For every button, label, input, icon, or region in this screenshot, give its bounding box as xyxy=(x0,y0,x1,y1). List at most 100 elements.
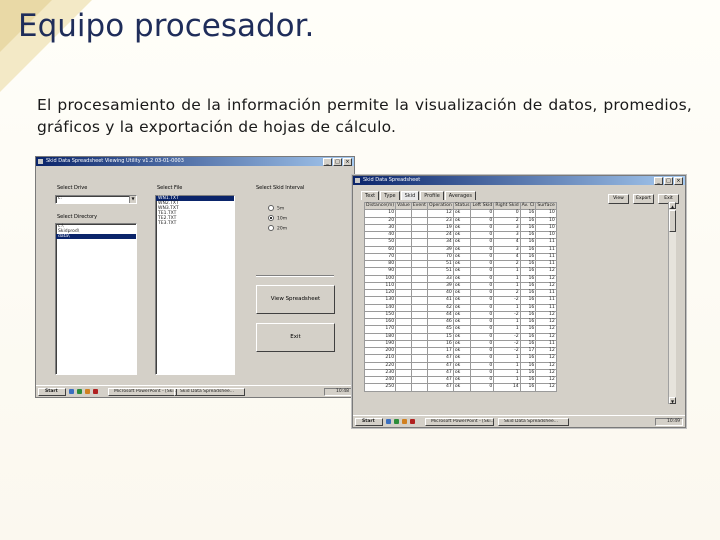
table-row[interactable]: 220 47 ok 0 1 16 12 xyxy=(363,361,557,370)
table-cell[interactable]: 0 xyxy=(470,274,495,283)
maximize-button[interactable]: □ xyxy=(664,177,673,185)
table-cell[interactable]: 16 xyxy=(519,238,537,247)
tab-type[interactable]: Type xyxy=(380,191,400,200)
table-cell[interactable]: 12 xyxy=(535,325,557,334)
table-cell[interactable]: 11 xyxy=(535,252,557,262)
table-cell[interactable]: 11 xyxy=(535,339,557,349)
browser-icon[interactable] xyxy=(77,389,82,394)
table-cell[interactable]: 16 xyxy=(519,281,537,291)
table-cell[interactable]: 47 xyxy=(426,368,454,378)
table-cell[interactable]: 16 xyxy=(519,317,537,327)
table-row[interactable]: 150 44 ok 0 -2 16 12 xyxy=(363,310,557,320)
table-row[interactable]: 210 47 ok 0 1 16 12 xyxy=(363,354,557,363)
column-header[interactable]: Av. Cl xyxy=(519,201,537,211)
table-cell[interactable]: 110 xyxy=(363,281,397,291)
table-row[interactable]: 60 39 ok 0 3 16 11 xyxy=(363,245,557,254)
table-row[interactable]: 70 70 ok 0 4 16 11 xyxy=(363,252,557,262)
table-cell[interactable]: 51 xyxy=(426,259,454,269)
table-cell[interactable] xyxy=(395,339,412,349)
table-cell[interactable]: 16 xyxy=(519,296,537,305)
table-row[interactable]: 100 33 ok 0 1 16 12 xyxy=(363,274,557,283)
table-cell[interactable]: 12 xyxy=(535,267,557,276)
table-cell[interactable] xyxy=(395,238,412,247)
export-button[interactable]: Export xyxy=(633,194,654,204)
taskbar-task-spreadsheet[interactable]: Skid Data Spreadshee... xyxy=(174,388,245,396)
table-cell[interactable]: 44 xyxy=(426,310,454,320)
table-cell[interactable]: ok xyxy=(452,288,472,298)
table-cell[interactable]: ok xyxy=(452,383,472,392)
column-header[interactable]: Surface xyxy=(535,201,557,211)
table-cell[interactable] xyxy=(410,354,428,363)
table-cell[interactable]: 250 xyxy=(363,383,397,392)
table-row[interactable]: 120 40 ok 0 2 16 11 xyxy=(363,288,557,298)
outlook-icon[interactable] xyxy=(402,419,407,424)
table-cell[interactable]: 0 xyxy=(493,209,521,218)
scroll-down-icon[interactable]: ▼ xyxy=(669,397,676,404)
table-cell[interactable]: 47 xyxy=(426,383,454,392)
table-cell[interactable] xyxy=(410,332,428,341)
table-cell[interactable] xyxy=(395,281,412,291)
table-cell[interactable]: 0 xyxy=(470,296,495,305)
table-cell[interactable]: 0 xyxy=(470,346,495,356)
table-cell[interactable] xyxy=(410,230,428,240)
table-cell[interactable]: 0 xyxy=(470,245,495,254)
column-header[interactable]: Value xyxy=(395,201,412,211)
table-cell[interactable] xyxy=(395,267,412,276)
table-cell[interactable]: -2 xyxy=(493,332,521,341)
table-cell[interactable]: 12 xyxy=(426,209,454,218)
table-cell[interactable]: 47 xyxy=(426,375,454,385)
table-cell[interactable] xyxy=(395,296,412,305)
table-cell[interactable]: 200 xyxy=(363,346,397,356)
table-cell[interactable]: 16 xyxy=(426,339,454,349)
taskbar-task-spreadsheet[interactable]: Skid Data Spreadshee... xyxy=(498,418,569,426)
table-cell[interactable]: -2 xyxy=(493,296,521,305)
table-cell[interactable]: 0 xyxy=(470,383,495,392)
table-cell[interactable]: 11 xyxy=(535,288,557,298)
table-cell[interactable]: 0 xyxy=(470,267,495,276)
table-cell[interactable]: ok xyxy=(452,274,472,283)
table-cell[interactable]: 0 xyxy=(470,230,495,240)
exit-button[interactable]: Exit xyxy=(256,323,335,352)
table-cell[interactable]: 2 xyxy=(493,216,521,225)
table-cell[interactable]: 0 xyxy=(470,361,495,370)
table-cell[interactable]: 19 xyxy=(426,223,454,233)
start-button[interactable]: Start xyxy=(355,418,383,426)
close-button[interactable]: × xyxy=(343,158,352,166)
table-cell[interactable]: 130 xyxy=(363,296,397,305)
table-cell[interactable] xyxy=(410,303,428,312)
table-cell[interactable] xyxy=(395,383,412,392)
table-row[interactable]: 230 47 ok 0 1 16 12 xyxy=(363,368,557,378)
table-cell[interactable]: 17 xyxy=(519,346,537,356)
media-icon[interactable] xyxy=(93,389,98,394)
table-cell[interactable]: 14 xyxy=(493,383,521,392)
table-cell[interactable]: 17 xyxy=(426,346,454,356)
table-cell[interactable]: 170 xyxy=(363,325,397,334)
table-cell[interactable]: 1 xyxy=(493,317,521,327)
table-cell[interactable] xyxy=(395,361,412,370)
table-cell[interactable]: 0 xyxy=(470,288,495,298)
table-cell[interactable]: 0 xyxy=(470,238,495,247)
table-cell[interactable]: 0 xyxy=(470,332,495,341)
table-cell[interactable]: 50 xyxy=(363,238,397,247)
table-cell[interactable]: 16 xyxy=(519,209,537,218)
table-cell[interactable]: 0 xyxy=(470,281,495,291)
table-cell[interactable] xyxy=(395,310,412,320)
directory-item-selected[interactable]: data\ xyxy=(56,234,136,239)
table-cell[interactable]: ok xyxy=(452,354,472,363)
table-cell[interactable] xyxy=(395,303,412,312)
table-cell[interactable]: 120 xyxy=(363,288,397,298)
table-cell[interactable]: ok xyxy=(452,245,472,254)
table-cell[interactable]: 70 xyxy=(363,252,397,262)
table-cell[interactable]: 230 xyxy=(363,368,397,378)
table-row[interactable]: 110 39 ok 0 1 16 12 xyxy=(363,281,557,291)
table-cell[interactable]: 210 xyxy=(363,354,397,363)
drive-select[interactable]: c: ▼ xyxy=(55,195,137,204)
table-cell[interactable]: 1 xyxy=(493,267,521,276)
table-cell[interactable]: 0 xyxy=(470,259,495,269)
table-cell[interactable]: 10 xyxy=(535,230,557,240)
directory-list[interactable]: c:\ Skidprod\ data\ xyxy=(55,223,137,375)
table-cell[interactable]: 140 xyxy=(363,303,397,312)
start-button[interactable]: Start xyxy=(38,388,66,396)
table-cell[interactable] xyxy=(395,317,412,327)
view-button[interactable]: View xyxy=(608,194,629,204)
